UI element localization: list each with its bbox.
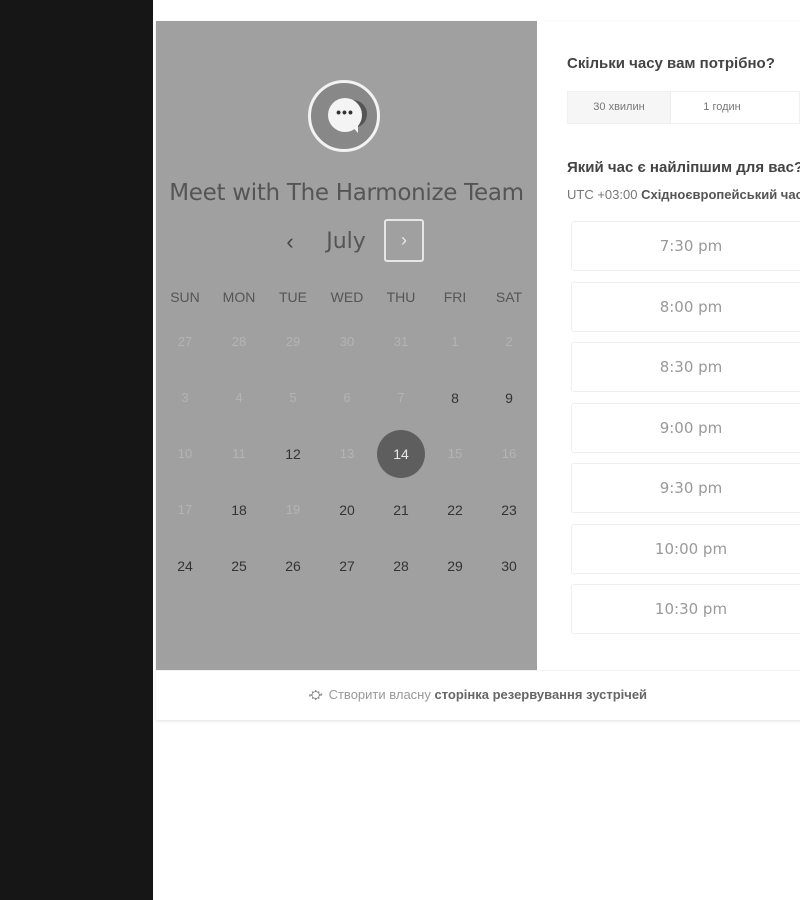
day-cell: 7 xyxy=(397,390,405,405)
dark-sidebar xyxy=(0,0,153,900)
day-cell: 27 xyxy=(177,334,193,349)
calendar-panel: ••• Meet with The Harmonize Team ‹ July … xyxy=(156,21,537,670)
day-cell[interactable]: 26 xyxy=(269,542,317,590)
day-cell: 17 xyxy=(177,502,193,517)
day-cell: 19 xyxy=(285,502,301,517)
day-cell[interactable]: 18 xyxy=(215,486,263,534)
timezone-name: Східноєвропейський час xyxy=(641,187,800,202)
day-cell: 10 xyxy=(177,446,193,461)
time-slot[interactable]: 8:30 pm xyxy=(571,342,800,392)
footer-prefix: Створити власну xyxy=(328,687,431,702)
day-cell[interactable]: 29 xyxy=(431,542,479,590)
day-cell: 29 xyxy=(285,334,301,349)
time-slot[interactable]: 8:00 pm xyxy=(571,282,800,332)
day-cell[interactable]: 27 xyxy=(323,542,371,590)
day-cell[interactable]: 21 xyxy=(377,486,425,534)
hubspot-sprocket-icon: ⛮ xyxy=(308,687,323,702)
time-question: Який час є найліпшим для вас? xyxy=(567,159,800,176)
day-cell: 15 xyxy=(447,446,463,461)
duration-question: Скільки часу вам потрібно? xyxy=(567,55,775,72)
day-cell[interactable]: 8 xyxy=(431,374,479,422)
time-slot[interactable]: 9:00 pm xyxy=(571,403,800,453)
duration-option-30min[interactable]: 30 хвилин xyxy=(568,92,671,123)
day-cell[interactable]: 24 xyxy=(161,542,209,590)
day-cell-selected[interactable]: 14 xyxy=(377,430,425,478)
duration-tabs: 30 хвилин 1 годин xyxy=(567,91,800,124)
time-slot[interactable]: 10:00 pm xyxy=(571,524,800,574)
day-cell: 31 xyxy=(393,334,409,349)
time-slot[interactable]: 7:30 pm xyxy=(571,221,800,271)
day-cell[interactable]: 23 xyxy=(485,486,533,534)
day-cell[interactable]: 22 xyxy=(431,486,479,534)
days-grid: 27 28 29 30 31 1 2 3 4 5 6 7 8 9 10 11 12 13 14 15 16 17 18 19 2… xyxy=(156,21,537,670)
day-cell: 4 xyxy=(235,390,243,405)
day-cell[interactable]: 30 xyxy=(485,542,533,590)
footer-link[interactable]: сторінка резервування зустрічей xyxy=(434,687,647,702)
day-cell[interactable]: 9 xyxy=(485,374,533,422)
day-cell: 13 xyxy=(339,446,355,461)
day-cell: 1 xyxy=(451,334,459,349)
day-cell: 11 xyxy=(232,446,246,461)
day-cell: 2 xyxy=(505,334,513,349)
day-cell: 30 xyxy=(339,334,355,349)
day-cell: 16 xyxy=(501,446,517,461)
duration-option-1h[interactable]: 1 годин xyxy=(671,92,773,123)
day-cell[interactable]: 12 xyxy=(269,430,317,478)
timezone-label[interactable]: UTC +03:00 Східноєвропейський час xyxy=(567,187,800,202)
time-slot[interactable]: 9:30 pm xyxy=(571,463,800,513)
day-cell: 28 xyxy=(231,334,247,349)
time-slot[interactable]: 10:30 pm xyxy=(571,584,800,634)
day-cell[interactable]: 20 xyxy=(323,486,371,534)
day-cell[interactable]: 25 xyxy=(215,542,263,590)
day-cell: 5 xyxy=(289,390,297,405)
day-cell[interactable]: 28 xyxy=(377,542,425,590)
day-cell: 3 xyxy=(181,390,189,405)
timezone-offset: UTC +03:00 xyxy=(567,187,638,202)
day-cell: 6 xyxy=(343,390,351,405)
footer-powered-by: ⛮ Створити власну сторінка резервування з… xyxy=(156,670,800,721)
